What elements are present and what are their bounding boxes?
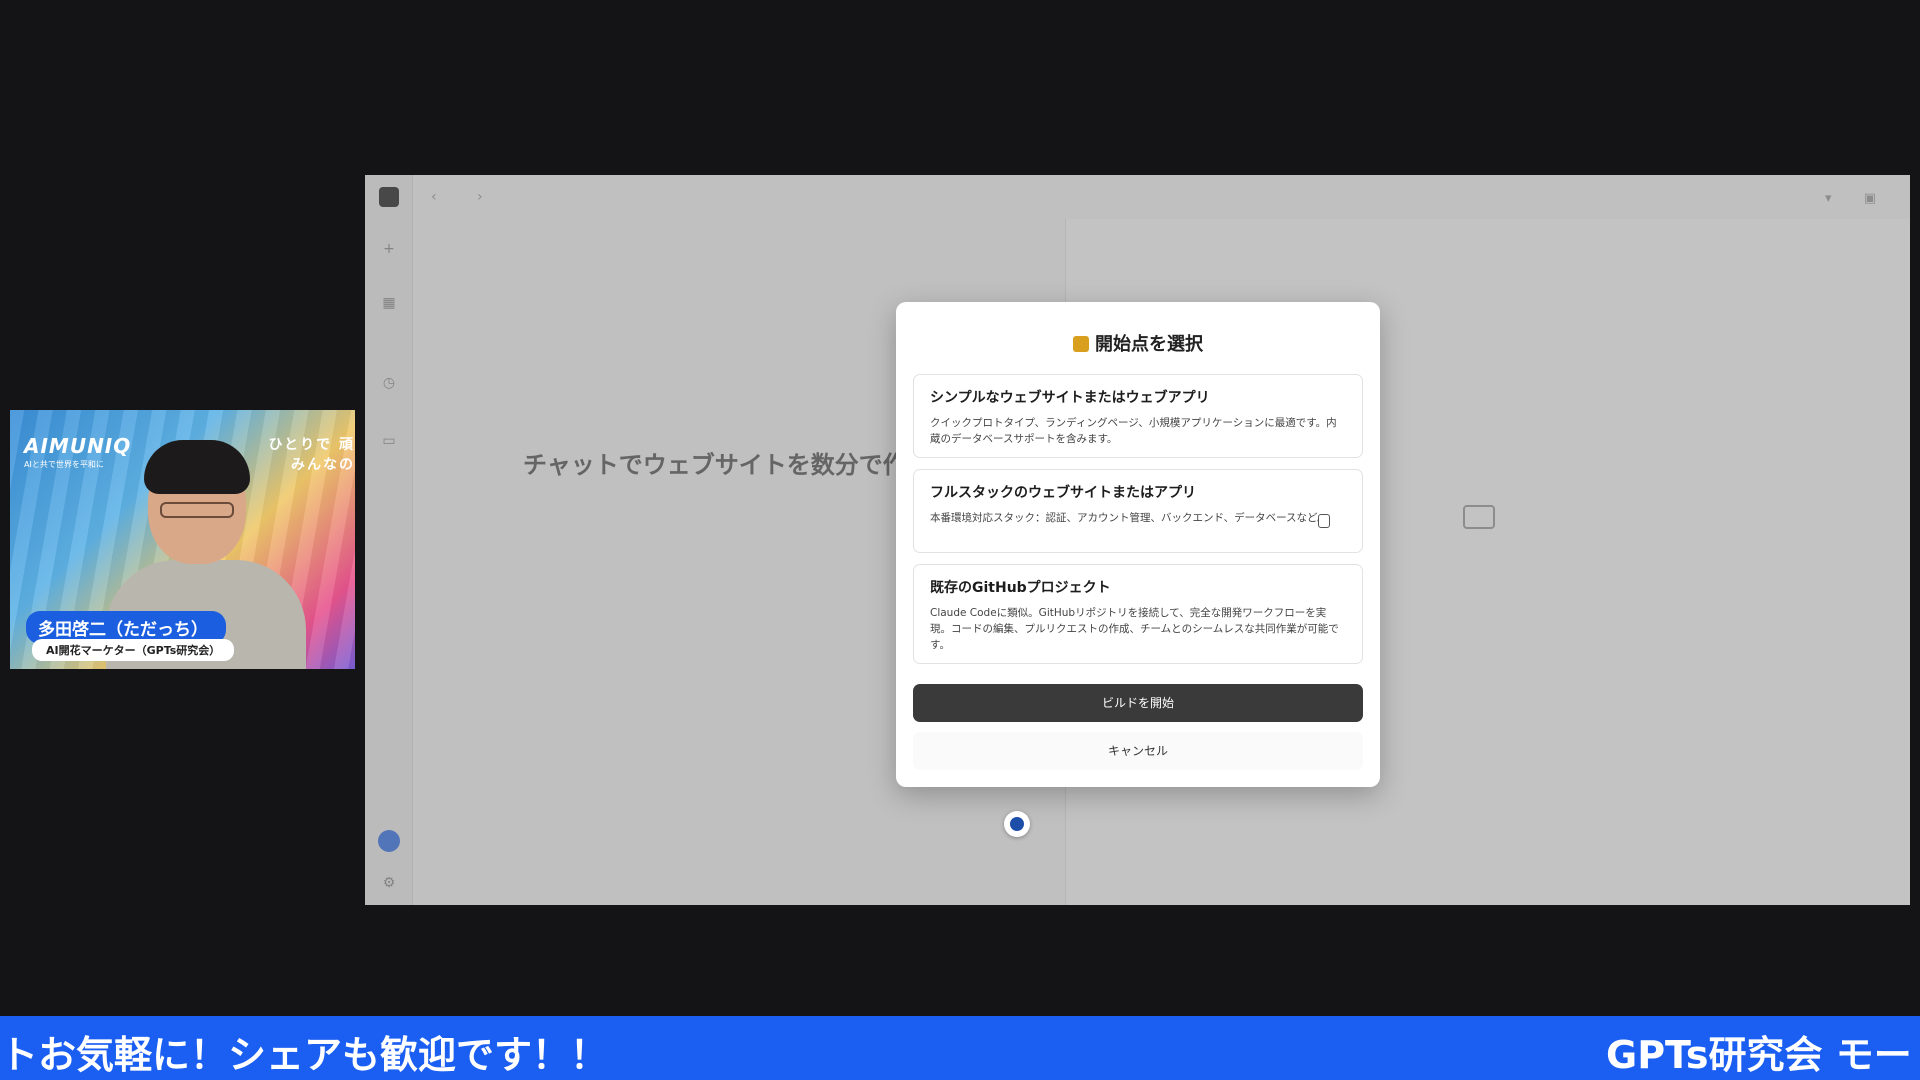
presenter-webcam: AIMUNIQ AIと共で世界を平和に ひとりで 頑 みんなの 多田啓二（ただっ… xyxy=(10,410,355,669)
mouse-cursor-icon xyxy=(1318,514,1330,528)
tagline-line2: みんなの xyxy=(291,457,355,473)
tagline-line1: ひとりで 頑 xyxy=(268,437,355,453)
presenter-hair xyxy=(144,440,250,494)
dialog-title-text: 開始点を選択 xyxy=(1095,334,1203,355)
dialog-title: 開始点を選択 xyxy=(896,330,1380,356)
presenter-glasses xyxy=(160,502,234,518)
brand-subtitle: AIと共で世界を平和に xyxy=(24,460,104,469)
ticker-text-left: トお気軽に！シェアも歓迎です！！ xyxy=(0,1033,609,1077)
construction-worker-icon xyxy=(1073,336,1089,352)
option-title: 既存のGitHubプロジェクト xyxy=(930,580,1111,596)
start-build-button[interactable]: ビルドを開始 xyxy=(913,684,1363,722)
option-fullstack-app[interactable]: フルスタックのウェブサイトまたはアプリ 本番環境対応スタック：認証、アカウント管… xyxy=(913,469,1363,553)
option-description: 本番環境対応スタック：認証、アカウント管理、バックエンド、データベースなど。 xyxy=(930,512,1328,524)
news-ticker: トお気軽に！シェアも歓迎です！！ GPTs研究会 モー xyxy=(0,1016,1920,1080)
brand-logo-text: AIMUNIQ xyxy=(24,434,132,458)
option-title: シンプルなウェブサイトまたはウェブアプリ xyxy=(930,390,1210,406)
option-simple-website[interactable]: シンプルなウェブサイトまたはウェブアプリ クイックプロトタイプ、ランディングペー… xyxy=(913,374,1363,458)
option-title: フルスタックのウェブサイトまたはアプリ xyxy=(930,485,1196,501)
start-point-dialog: 開始点を選択 シンプルなウェブサイトまたはウェブアプリ クイックプロトタイプ、ラ… xyxy=(896,302,1380,787)
floating-assistant-icon[interactable] xyxy=(1004,811,1030,837)
presenter-role-tag: AI開花マーケター（GPTs研究会） xyxy=(32,639,235,661)
option-description: Claude Codeに類似。GitHubリポジトリを接続して、完全な開発ワーク… xyxy=(930,607,1339,651)
option-github-project[interactable]: 既存のGitHubプロジェクト Claude Codeに類似。GitHubリポジ… xyxy=(913,564,1363,664)
ticker-text-right: GPTs研究会 モー xyxy=(1606,1033,1912,1077)
option-description: クイックプロトタイプ、ランディングページ、小規模アプリケーションに最適です。内蔵… xyxy=(930,417,1337,445)
cancel-button[interactable]: キャンセル xyxy=(913,732,1363,770)
